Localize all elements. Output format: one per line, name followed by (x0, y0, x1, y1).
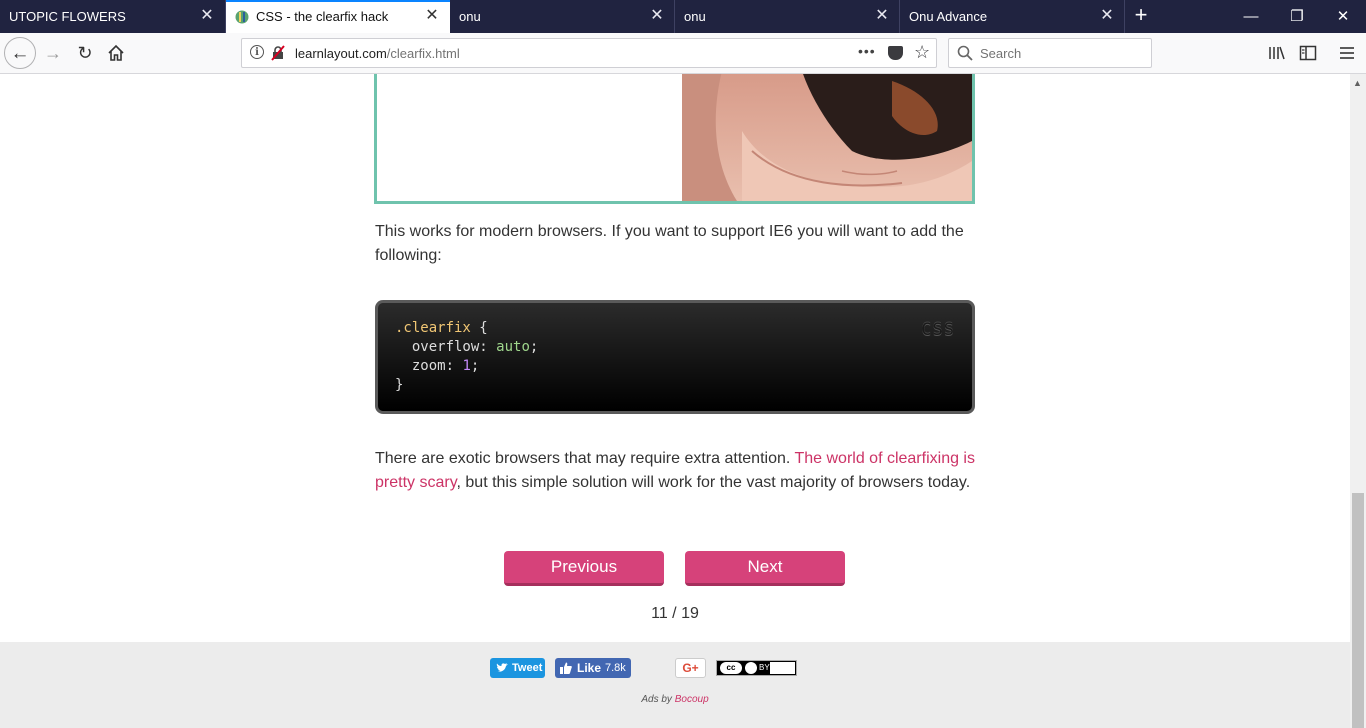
code-property: zoom: (395, 358, 463, 374)
tab-onu-2[interactable]: onu ✕ (675, 0, 900, 33)
paragraph-text: There are exotic browsers that may requi… (375, 450, 795, 467)
code-property: overflow: (395, 339, 497, 355)
tab-strip: UTOPIC FLOWERS ✕ CSS - the clearfix hack… (0, 0, 1366, 33)
scrollbar-thumb[interactable] (1352, 493, 1364, 728)
url-text[interactable]: learnlayout.com/clearfix.html (295, 46, 460, 61)
hamster-in-hands-image (682, 74, 972, 201)
new-tab-button[interactable]: + (1129, 4, 1153, 28)
tab-utopic-flowers[interactable]: UTOPIC FLOWERS ✕ (0, 0, 226, 33)
paragraph-modern-browsers: This works for modern browsers. If you w… (375, 223, 964, 264)
bocoup-link[interactable]: Bocoup (675, 694, 709, 705)
site-favicon-icon (235, 10, 249, 24)
tab-css-clearfix[interactable]: CSS - the clearfix hack ✕ (226, 0, 450, 33)
code-value: 1 (462, 358, 471, 374)
back-icon[interactable]: ← (4, 37, 36, 69)
menu-icon[interactable] (1338, 44, 1356, 62)
sidebar-icon[interactable] (1299, 44, 1317, 62)
tab-title: onu (459, 9, 481, 24)
close-tab-icon[interactable]: ✕ (422, 6, 442, 26)
tab-onu-1[interactable]: onu ✕ (450, 0, 675, 33)
navigation-toolbar: ← → ↻ i learnlayout.com/clearfix.html ••… (0, 33, 1366, 74)
cc-logo-icon: cc (720, 662, 742, 674)
forward-icon[interactable]: → (40, 40, 66, 66)
paragraph-text: , but this simple solution will work for… (456, 474, 971, 491)
page-scrollbar[interactable]: ▲ (1350, 74, 1366, 728)
ads-credit: Ads by Bocoup (0, 694, 1350, 705)
window-close-icon[interactable]: ✕ (1320, 0, 1366, 33)
tweet-button[interactable]: Tweet (490, 658, 545, 678)
tab-title: Onu Advance (909, 9, 988, 24)
next-button[interactable]: Next (685, 551, 845, 586)
facebook-like-button[interactable]: Like 7.8k (555, 658, 631, 678)
library-icon[interactable] (1267, 44, 1285, 62)
code-open-brace: { (470, 320, 488, 336)
page-content: This works for modern browsers. If you w… (0, 74, 1350, 728)
float-example-figure (374, 74, 975, 204)
close-tab-icon[interactable]: ✕ (197, 6, 217, 26)
code-semicolon: ; (529, 339, 539, 355)
cc-by-label: BY (759, 663, 770, 672)
page-counter: 11 / 19 (651, 605, 699, 622)
minimize-icon[interactable]: — (1228, 0, 1274, 33)
code-language-label: CSS (921, 320, 955, 340)
like-label: Like (577, 661, 602, 675)
home-icon[interactable] (106, 43, 126, 63)
footer: Tweet Like 7.8k G+ cc BY Ads by Bocoup (0, 642, 1350, 728)
pocket-icon[interactable] (888, 46, 903, 60)
scroll-up-arrow-icon[interactable]: ▲ (1353, 78, 1362, 88)
previous-button[interactable]: Previous (504, 551, 664, 586)
close-tab-icon[interactable]: ✕ (647, 6, 667, 26)
code-selector: .clearfix (395, 320, 471, 336)
code-line-4: } (395, 377, 404, 393)
reload-icon[interactable]: ↻ (72, 40, 98, 66)
bookmark-star-icon[interactable]: ☆ (914, 42, 930, 63)
url-bar[interactable]: i learnlayout.com/clearfix.html ••• ☆ (241, 38, 937, 68)
cc-by-person-icon (745, 662, 757, 674)
url-path: /clearfix.html (386, 46, 460, 61)
code-semicolon: ; (470, 358, 480, 374)
code-value: auto (496, 339, 530, 355)
code-line-3: zoom: 1; (395, 358, 479, 374)
paragraph-exotic-browsers: There are exotic browsers that may requi… (375, 447, 975, 495)
code-line-2: overflow: auto; (395, 339, 538, 355)
restore-icon[interactable]: ❐ (1274, 0, 1320, 33)
twitter-bird-icon (496, 663, 508, 672)
search-input[interactable]: Search (948, 38, 1152, 68)
cc-badge-fill (770, 662, 795, 674)
close-tab-icon[interactable]: ✕ (872, 6, 892, 26)
like-count: 7.8k (605, 662, 626, 674)
insecure-icon[interactable] (270, 45, 286, 61)
tab-title: UTOPIC FLOWERS (9, 9, 126, 24)
close-tab-icon[interactable]: ✕ (1097, 6, 1117, 26)
info-icon[interactable]: i (250, 45, 264, 59)
code-block: CSS .clearfix { overflow: auto; zoom: 1;… (375, 300, 975, 414)
tweet-label: Tweet (512, 662, 543, 674)
tab-onu-advance[interactable]: Onu Advance ✕ (900, 0, 1125, 33)
ads-prefix: Ads by (641, 694, 675, 705)
page-actions-icon[interactable]: ••• (858, 43, 876, 59)
tab-title: onu (684, 9, 706, 24)
creative-commons-badge[interactable]: cc BY (716, 660, 797, 676)
url-host: learnlayout.com (295, 46, 387, 61)
code-line-1: .clearfix { (395, 320, 488, 336)
google-plus-button[interactable]: G+ (675, 658, 706, 678)
search-icon (957, 45, 973, 61)
tab-title: CSS - the clearfix hack (256, 9, 389, 24)
thumbs-up-icon (560, 662, 572, 674)
search-placeholder: Search (980, 46, 1022, 61)
